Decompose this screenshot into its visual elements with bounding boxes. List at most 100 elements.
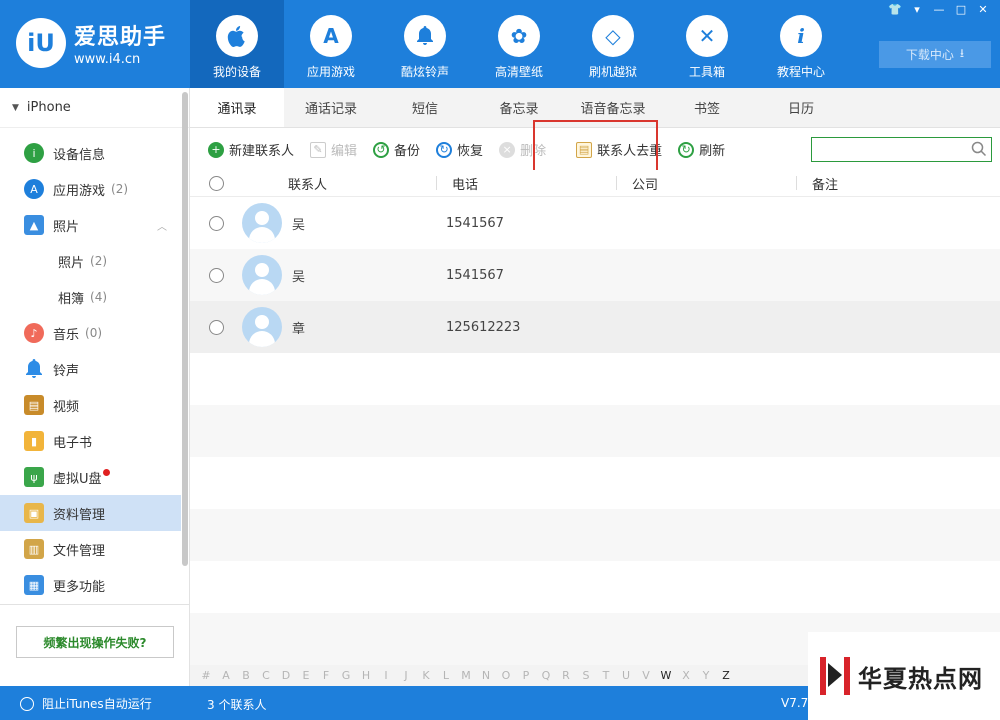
- sidebar-item-apps[interactable]: A 应用游戏 (2): [0, 171, 181, 207]
- alphabet-letter[interactable]: V: [636, 669, 656, 682]
- maximize-icon[interactable]: □: [952, 3, 970, 17]
- row-checkbox[interactable]: [208, 319, 224, 335]
- sidebar-item-count: (0): [85, 326, 103, 340]
- device-selector[interactable]: ▼ iPhone: [0, 88, 189, 128]
- alphabet-letter[interactable]: Z: [716, 669, 736, 682]
- minimize-icon[interactable]: —: [930, 3, 948, 17]
- sidebar-item-more[interactable]: ▦ 更多功能: [0, 567, 181, 603]
- tab-call-history[interactable]: 通话记录: [284, 88, 378, 127]
- tab-sms[interactable]: 短信: [378, 88, 472, 127]
- alphabet-letter[interactable]: M: [456, 669, 476, 682]
- empty-row: [190, 561, 1000, 613]
- download-center-label: 下载中心: [905, 48, 954, 62]
- refresh-icon: ↻: [678, 141, 695, 158]
- sidebar-item-ringtones[interactable]: 铃声: [0, 351, 181, 387]
- sidebar-item-music[interactable]: ♪ 音乐 (0): [0, 315, 181, 351]
- row-checkbox[interactable]: [208, 215, 224, 231]
- alphabet-letter[interactable]: N: [476, 669, 496, 682]
- sidebar-item-device-info[interactable]: i 设备信息: [0, 135, 181, 171]
- header-company[interactable]: 公司: [617, 174, 796, 193]
- nav-flash-jailbreak[interactable]: ◇ 刷机越狱: [566, 0, 660, 88]
- alphabet-letter[interactable]: A: [216, 669, 236, 682]
- select-all-checkbox[interactable]: [208, 175, 224, 191]
- frequent-failure-help-button[interactable]: 频繁出现操作失败?: [16, 626, 174, 658]
- new-contact-button[interactable]: + 新建联系人: [208, 140, 294, 159]
- alphabet-letter[interactable]: G: [336, 669, 356, 682]
- sidebar-item-file-management[interactable]: ▥ 文件管理: [0, 531, 181, 567]
- app-title: 爱思助手: [74, 25, 167, 50]
- alphabet-letter[interactable]: E: [296, 669, 316, 682]
- tab-contacts[interactable]: 通讯录: [190, 88, 284, 127]
- bell-icon: [24, 359, 44, 379]
- alphabet-letter[interactable]: U: [616, 669, 636, 682]
- restore-button[interactable]: ↻ 恢复: [436, 140, 483, 159]
- close-icon[interactable]: ✕: [974, 3, 992, 17]
- contact-row[interactable]: 吴 1541567: [190, 197, 1000, 249]
- sidebar-item-video[interactable]: ▤ 视频: [0, 387, 181, 423]
- row-checkbox[interactable]: [208, 267, 224, 283]
- alphabet-letter[interactable]: #: [196, 669, 216, 682]
- alphabet-letter[interactable]: C: [256, 669, 276, 682]
- alphabet-letter[interactable]: X: [676, 669, 696, 682]
- refresh-button[interactable]: ↻ 刷新: [678, 140, 725, 159]
- block-itunes-toggle[interactable]: 阻止iTunes自动运行: [20, 695, 152, 712]
- alphabet-letter[interactable]: I: [376, 669, 396, 682]
- contact-row[interactable]: 章 125612223: [190, 301, 1000, 353]
- alphabet-letter[interactable]: P: [516, 669, 536, 682]
- film-icon: ▤: [24, 395, 44, 415]
- alphabet-letter[interactable]: K: [416, 669, 436, 682]
- nav-my-device[interactable]: 我的设备: [190, 0, 284, 88]
- backup-label: 备份: [394, 144, 421, 159]
- alphabet-letter[interactable]: Y: [696, 669, 716, 682]
- sidebar-subitem-albums[interactable]: 相簿 (4): [0, 279, 181, 315]
- download-center-button[interactable]: 下载中心 ⭳: [879, 41, 991, 68]
- nav-toolbox[interactable]: ✕ 工具箱: [660, 0, 754, 88]
- book-icon: ▮: [24, 431, 44, 451]
- avatar: [242, 255, 282, 295]
- alphabet-letter[interactable]: D: [276, 669, 296, 682]
- sidebar-subitem-photos[interactable]: 照片 (2): [0, 243, 181, 279]
- edit-button[interactable]: ✎ 编辑: [310, 140, 357, 159]
- nav-ringtones[interactable]: 酷炫铃声: [378, 0, 472, 88]
- bell-icon: [404, 15, 446, 57]
- nav-wallpapers[interactable]: ✿ 高清壁纸: [472, 0, 566, 88]
- contact-search-input[interactable]: [811, 137, 992, 162]
- expand-triangle-icon: ▼: [12, 102, 19, 113]
- sidebar-item-photos[interactable]: ▲ 照片 ︿: [0, 207, 181, 243]
- header-phone[interactable]: 电话: [437, 174, 616, 193]
- empty-row: [190, 353, 1000, 405]
- alphabet-letter[interactable]: T: [596, 669, 616, 682]
- contact-row[interactable]: 吴 1541567: [190, 249, 1000, 301]
- header-note[interactable]: 备注: [797, 174, 977, 193]
- alphabet-letter[interactable]: Q: [536, 669, 556, 682]
- alphabet-letter[interactable]: W: [656, 669, 676, 682]
- nav-apps-games[interactable]: A 应用游戏: [284, 0, 378, 88]
- alphabet-letter[interactable]: B: [236, 669, 256, 682]
- download-icon: ⭳: [959, 46, 965, 60]
- menu-dropdown-icon[interactable]: ▾: [908, 3, 926, 17]
- sidebar-scrollbar[interactable]: [182, 92, 188, 566]
- tab-calendar[interactable]: 日历: [754, 88, 848, 127]
- sidebar-item-ebooks[interactable]: ▮ 电子书: [0, 423, 181, 459]
- alphabet-letter[interactable]: L: [436, 669, 456, 682]
- alphabet-letter[interactable]: R: [556, 669, 576, 682]
- collapse-chevron-icon[interactable]: ︿: [157, 218, 167, 233]
- sidebar-item-data-management[interactable]: ▣ 资料管理: [0, 495, 181, 531]
- skin-icon[interactable]: 👕: [886, 3, 904, 17]
- alphabet-letter[interactable]: F: [316, 669, 336, 682]
- sidebar-item-label: 设备信息: [53, 147, 106, 163]
- alphabet-letter[interactable]: O: [496, 669, 516, 682]
- music-icon: ♪: [24, 323, 44, 343]
- info-icon: i: [780, 15, 822, 57]
- nav-label: 刷机越狱: [588, 65, 637, 79]
- alphabet-letter[interactable]: H: [356, 669, 376, 682]
- header-name[interactable]: 联系人: [242, 174, 436, 193]
- tab-bookmarks[interactable]: 书签: [660, 88, 754, 127]
- contacts-book-icon: ▣: [24, 503, 44, 523]
- nav-label: 高清壁纸: [494, 65, 543, 79]
- alphabet-letter[interactable]: S: [576, 669, 596, 682]
- sidebar-item-virtual-udisk[interactable]: ψ 虚拟U盘: [0, 459, 181, 495]
- backup-button[interactable]: ↺ 备份: [373, 140, 420, 159]
- alphabet-letter[interactable]: J: [396, 669, 416, 682]
- nav-tutorials[interactable]: i 教程中心: [754, 0, 848, 88]
